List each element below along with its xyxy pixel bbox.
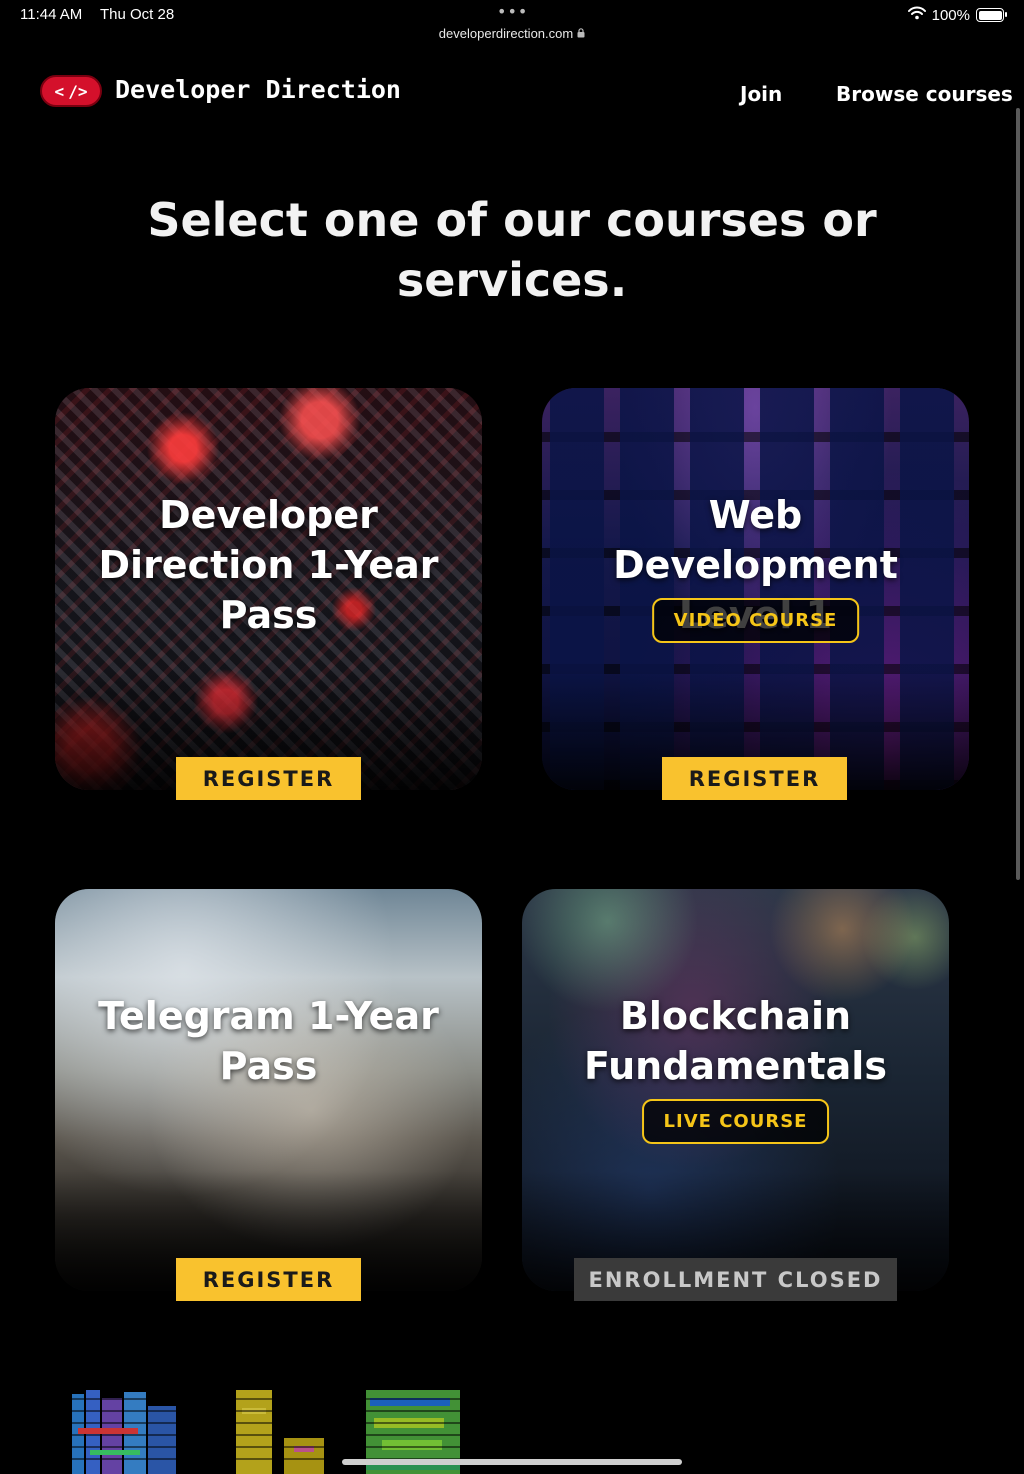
scrollbar[interactable] — [1016, 108, 1020, 880]
more-dots-icon[interactable]: ••• — [497, 2, 528, 21]
course-card-blockchain[interactable]: Blockchain Fundamentals LIVE COURSE — [522, 889, 949, 1291]
status-bar: 11:44 AM Thu Oct 28 ••• developerdirecti… — [0, 0, 1024, 44]
register-button-web-development[interactable]: REGISTER — [662, 757, 847, 800]
live-course-badge: LIVE COURSE — [641, 1099, 830, 1144]
lock-icon — [577, 28, 585, 41]
enrollment-closed-button: ENROLLMENT CLOSED — [574, 1258, 897, 1301]
logo-left-bracket: < — [54, 81, 65, 101]
status-right: 100% — [907, 6, 1007, 24]
home-indicator[interactable] — [342, 1459, 682, 1465]
status-date: Thu Oct 28 — [100, 6, 175, 23]
address-bar[interactable]: developerdirection.com — [0, 26, 1024, 41]
nav-browse-courses-link[interactable]: Browse courses — [836, 82, 1013, 106]
battery-percent: 100% — [931, 6, 970, 24]
register-button-telegram-pass[interactable]: REGISTER — [176, 1258, 361, 1301]
course-card-telegram-pass[interactable]: Telegram 1-Year Pass — [55, 889, 482, 1291]
course-card-developer-pass[interactable]: Developer Direction 1-Year Pass — [55, 388, 482, 790]
nav-join-link[interactable]: Join — [740, 82, 782, 106]
code-brackets-icon[interactable]: </> — [40, 75, 102, 107]
logo-right-bracket: /> — [68, 81, 88, 101]
page-heading: Select one of our courses or services. — [147, 193, 877, 307]
site-name-link[interactable]: Developer Direction — [115, 75, 401, 104]
video-course-badge: VIDEO COURSE — [651, 598, 860, 643]
status-time: 11:44 AM — [20, 6, 83, 23]
battery-icon — [976, 8, 1007, 22]
wifi-icon — [907, 6, 926, 24]
card-title: Blockchain Fundamentals — [584, 994, 887, 1088]
card-title: Telegram 1-Year Pass — [98, 994, 439, 1088]
course-card-web-development[interactable]: Web Development Level 1 VIDEO COURSE — [542, 388, 969, 790]
page: 11:44 AM Thu Oct 28 ••• developerdirecti… — [0, 0, 1024, 1474]
url-text: developerdirection.com — [438, 26, 574, 41]
register-button-developer-pass[interactable]: REGISTER — [176, 757, 361, 800]
site-header: </> Developer Direction Join Browse cour… — [0, 70, 1024, 120]
battery-level — [978, 10, 1002, 20]
card-title: Developer Direction 1-Year Pass — [98, 493, 439, 637]
